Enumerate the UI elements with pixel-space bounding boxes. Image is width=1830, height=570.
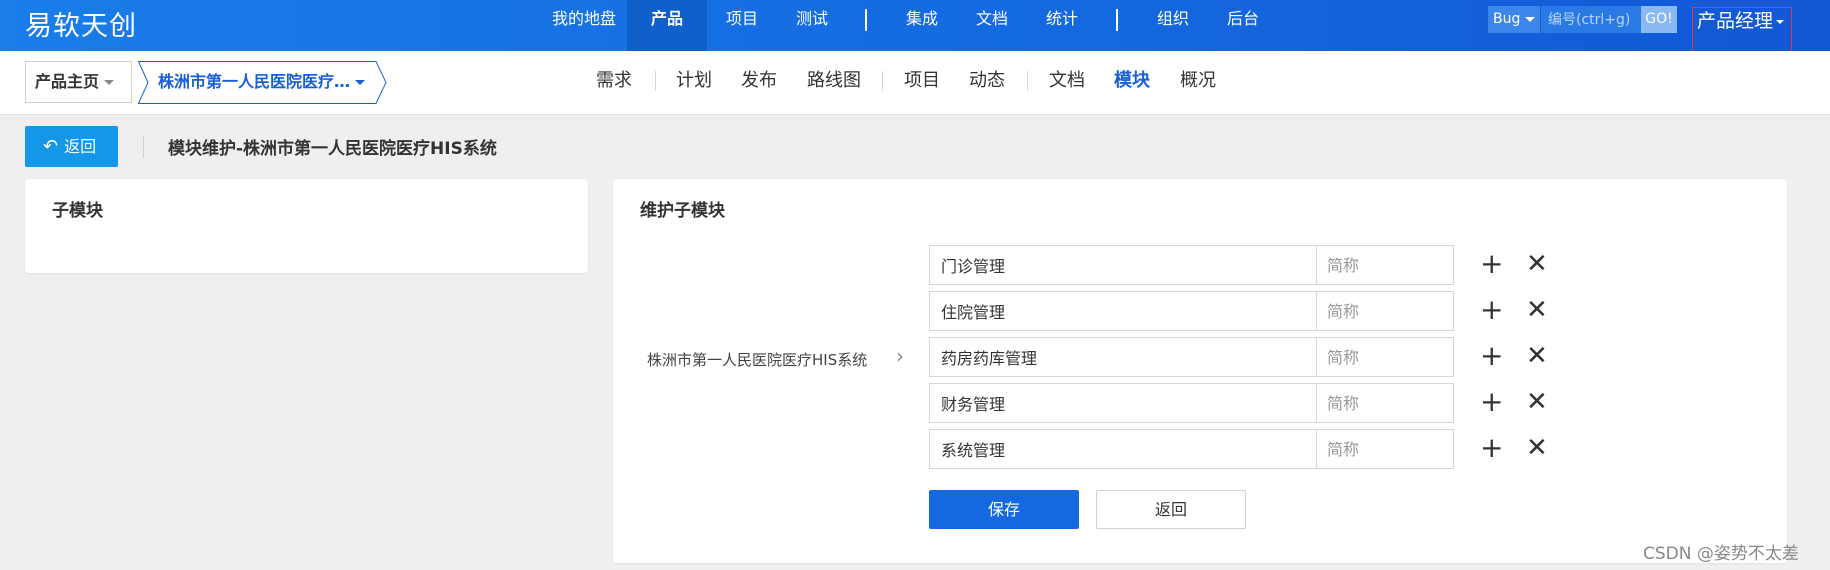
subnav-divider bbox=[882, 71, 883, 91]
top-navbar: 易软天创 我的地盘 产品 项目 测试 集成 文档 统计 组织 后台 Bug GO… bbox=[0, 0, 1830, 51]
subnav-roadmap[interactable]: 路线图 bbox=[807, 66, 861, 92]
close-icon[interactable]: ✕ bbox=[1526, 430, 1548, 466]
brand-logo[interactable]: 易软天创 bbox=[25, 4, 137, 43]
subnav-project[interactable]: 项目 bbox=[904, 66, 940, 92]
plus-icon[interactable]: + bbox=[1480, 246, 1503, 282]
save-button[interactable]: 保存 bbox=[929, 490, 1079, 529]
module-row: + ✕ bbox=[929, 429, 1548, 469]
module-row: + ✕ bbox=[929, 245, 1548, 285]
parent-module-name: 株洲市第一人民医院医疗HIS系统 bbox=[647, 351, 868, 369]
watermark-text: CSDN @姿势不太差 bbox=[1643, 544, 1799, 564]
undo-arrow-icon: ↶ bbox=[43, 136, 59, 157]
maintain-panel-title: 维护子模块 bbox=[640, 201, 725, 221]
subnav-release[interactable]: 发布 bbox=[741, 66, 777, 92]
subnav-activity[interactable]: 动态 bbox=[969, 66, 1005, 92]
subnav-overview[interactable]: 概况 bbox=[1180, 66, 1216, 92]
close-icon[interactable]: ✕ bbox=[1526, 292, 1548, 328]
search-type-label: Bug bbox=[1493, 11, 1521, 27]
submodule-panel-title: 子模块 bbox=[52, 201, 103, 221]
chevron-right-icon: › bbox=[896, 344, 904, 368]
module-short-input[interactable] bbox=[1316, 245, 1454, 285]
breadcrumb-product-label: 株洲市第一人民医院医疗… bbox=[158, 72, 351, 91]
plus-icon[interactable]: + bbox=[1480, 384, 1503, 420]
plus-icon[interactable]: + bbox=[1480, 430, 1503, 466]
subnav-module[interactable]: 模块 bbox=[1114, 66, 1150, 92]
nav-test[interactable]: 测试 bbox=[777, 0, 847, 51]
nav-stats[interactable]: 统计 bbox=[1027, 0, 1097, 51]
module-short-input[interactable] bbox=[1316, 429, 1454, 469]
nav-divider bbox=[865, 9, 867, 31]
breadcrumb-product-switcher[interactable]: 株洲市第一人民医院医疗… bbox=[138, 61, 387, 104]
chevron-down-icon bbox=[1525, 16, 1536, 22]
plus-icon[interactable]: + bbox=[1480, 292, 1503, 328]
subnav-divider bbox=[1027, 71, 1028, 91]
search-input[interactable] bbox=[1541, 6, 1641, 33]
nav-divider bbox=[1116, 9, 1118, 31]
subnav-requirements[interactable]: 需求 bbox=[596, 66, 632, 92]
module-row: + ✕ bbox=[929, 383, 1548, 423]
breadcrumb-home-label: 产品主页 bbox=[35, 72, 100, 91]
maintain-submodule-panel: 维护子模块 株洲市第一人民医院医疗HIS系统 › + ✕ + ✕ + ✕ + ✕… bbox=[613, 179, 1787, 563]
go-button[interactable]: GO! bbox=[1641, 6, 1677, 33]
subnav-divider bbox=[655, 71, 656, 91]
nav-integration[interactable]: 集成 bbox=[887, 0, 957, 51]
close-icon[interactable]: ✕ bbox=[1526, 338, 1548, 374]
module-row: + ✕ bbox=[929, 291, 1548, 331]
subnav-plan[interactable]: 计划 bbox=[676, 66, 712, 92]
module-name-input[interactable] bbox=[929, 245, 1317, 285]
module-short-input[interactable] bbox=[1316, 291, 1454, 331]
chevron-down-icon bbox=[355, 80, 366, 85]
module-name-input[interactable] bbox=[929, 291, 1317, 331]
page-title: 模块维护-株洲市第一人民医院医疗HIS系统 bbox=[168, 139, 497, 159]
subnav-docs[interactable]: 文档 bbox=[1049, 66, 1085, 92]
nav-admin[interactable]: 后台 bbox=[1208, 0, 1278, 51]
module-name-input[interactable] bbox=[929, 429, 1317, 469]
nav-my-dashboard[interactable]: 我的地盘 bbox=[541, 0, 627, 51]
action-row-divider bbox=[143, 136, 144, 158]
close-icon[interactable]: ✕ bbox=[1526, 246, 1548, 282]
module-name-input[interactable] bbox=[929, 337, 1317, 377]
submodule-tree-panel: 子模块 bbox=[25, 179, 588, 273]
search-type-select[interactable]: Bug bbox=[1488, 6, 1540, 33]
nav-project[interactable]: 项目 bbox=[707, 0, 777, 51]
nav-docs[interactable]: 文档 bbox=[957, 0, 1027, 51]
nav-organization[interactable]: 组织 bbox=[1138, 0, 1208, 51]
cancel-button[interactable]: 返回 bbox=[1096, 490, 1246, 529]
back-button[interactable]: ↶ 返回 bbox=[25, 126, 118, 167]
module-name-input[interactable] bbox=[929, 383, 1317, 423]
close-icon[interactable]: ✕ bbox=[1526, 384, 1548, 420]
plus-icon[interactable]: + bbox=[1480, 338, 1503, 374]
module-short-input[interactable] bbox=[1316, 383, 1454, 423]
breadcrumb-product-home[interactable]: 产品主页 bbox=[25, 61, 132, 103]
back-button-label: 返回 bbox=[64, 137, 97, 156]
module-row: + ✕ bbox=[929, 337, 1548, 377]
chevron-down-icon bbox=[104, 80, 115, 85]
module-short-input[interactable] bbox=[1316, 337, 1454, 377]
nav-product[interactable]: 产品 bbox=[627, 0, 707, 51]
